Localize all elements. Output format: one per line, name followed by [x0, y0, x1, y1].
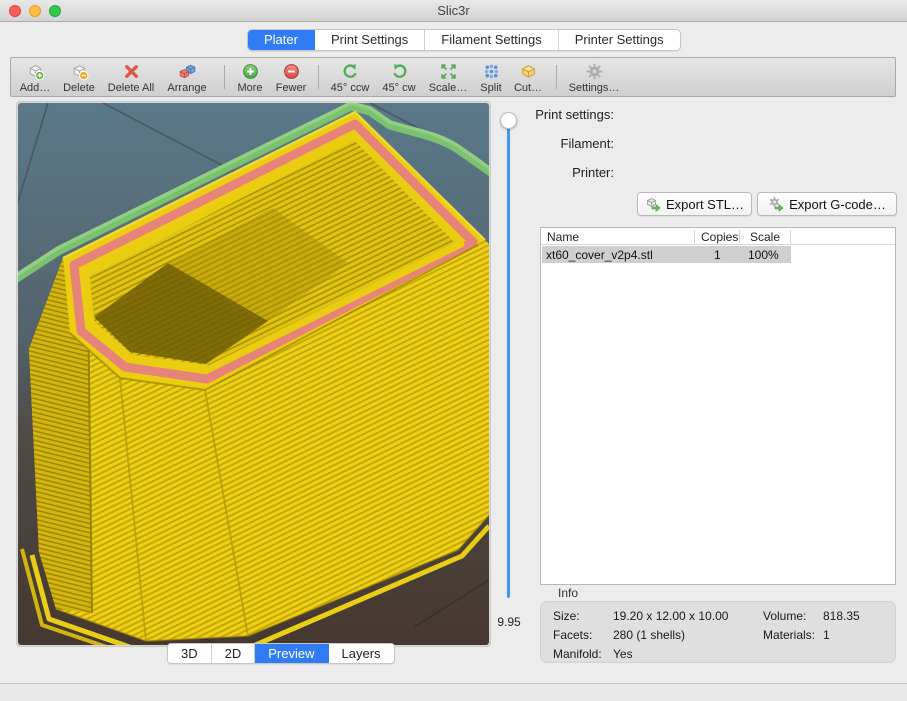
view-tab-3d[interactable]: 3D [168, 644, 212, 663]
export-stl-label: Export STL… [666, 197, 744, 212]
print-settings-row: Print settings: 03 line 25% [540, 103, 896, 125]
delete-object-icon [70, 61, 89, 81]
delete-all-icon [122, 61, 141, 81]
layer-slider-knob[interactable] [500, 112, 517, 129]
facets-value: 280 (1 shells) [613, 628, 685, 642]
scale-icon [439, 61, 458, 81]
cut-label: Cut… [514, 82, 542, 94]
settings-button[interactable]: Settings… [559, 61, 629, 94]
delete-all-label: Delete All [108, 82, 154, 94]
fewer-icon [282, 61, 301, 81]
column-header-copies[interactable]: Copies [701, 230, 738, 244]
materials-value: 1 [823, 628, 830, 642]
column-header-scale[interactable]: Scale [750, 230, 780, 244]
fewer-label: Fewer [276, 82, 307, 94]
volume-label: Volume: [763, 609, 806, 623]
export-stl-icon [645, 196, 661, 212]
column-separator[interactable] [694, 230, 695, 243]
arrange-label: Arrange [167, 82, 206, 94]
delete-label: Delete [63, 82, 95, 94]
filament-label: Filament: [561, 136, 614, 151]
column-header-name[interactable]: Name [547, 230, 579, 244]
plater-toolbar: Add… Delete Delete All Arrange More [10, 57, 896, 97]
settings-gear-icon [585, 61, 604, 81]
object-list: Name Copies Scale xt60_cover_v2p4.stl 1 … [540, 227, 896, 585]
object-name-cell: xt60_cover_v2p4.stl [546, 248, 653, 262]
size-value: 19.20 x 12.00 x 10.00 [613, 609, 728, 623]
status-bar [0, 683, 907, 701]
export-gcode-button[interactable]: Export G-code… [757, 192, 897, 216]
cut-button[interactable]: Cut… [493, 61, 563, 94]
column-separator[interactable] [790, 230, 791, 243]
title-bar: Slic3r [0, 0, 907, 22]
settings-label: Settings… [569, 82, 620, 94]
object-copies-cell: 1 [714, 248, 721, 262]
manifold-label: Manifold: [553, 647, 602, 661]
export-gcode-label: Export G-code… [789, 197, 886, 212]
rotate-cw-icon [390, 61, 409, 81]
view-tab-preview[interactable]: Preview [255, 644, 328, 663]
info-box: Size: 19.20 x 12.00 x 10.00 Volume: 818.… [540, 601, 896, 663]
object-list-header: Name Copies Scale [541, 228, 895, 245]
arrange-button[interactable]: Arrange [152, 61, 222, 94]
rotate-ccw-icon [341, 61, 360, 81]
object-scale-cell: 100% [748, 248, 779, 262]
arrange-icon [178, 61, 197, 81]
volume-value: 818.35 [823, 609, 860, 623]
print-settings-label: Print settings: [535, 107, 614, 122]
view-tab-bar: 3D 2D Preview Layers [167, 643, 395, 664]
tab-printer-settings[interactable]: Printer Settings [559, 30, 680, 50]
object-row[interactable]: xt60_cover_v2p4.stl 1 100% [542, 246, 791, 263]
view-tab-2d[interactable]: 2D [212, 644, 256, 663]
toolbar-separator [556, 65, 557, 89]
manifold-value: Yes [613, 647, 633, 661]
size-label: Size: [553, 609, 580, 623]
add-object-icon [26, 61, 45, 81]
main-tab-bar: Plater Print Settings Filament Settings … [247, 29, 681, 51]
window-title: Slic3r [0, 3, 907, 18]
printer-label: Printer: [572, 165, 614, 180]
cut-icon [519, 61, 538, 81]
layer-slider-track[interactable] [507, 120, 510, 598]
tab-filament-settings[interactable]: Filament Settings [425, 30, 558, 50]
export-gcode-icon [768, 196, 784, 212]
column-separator[interactable] [739, 230, 740, 243]
filament-row: Filament: ABS Fillamentum [540, 132, 896, 154]
printer-row: Printer: Rebell II 0.5 [540, 161, 896, 183]
view-tab-layers[interactable]: Layers [329, 644, 394, 663]
preview-canvas[interactable] [18, 103, 489, 645]
facets-label: Facets: [553, 628, 592, 642]
tab-plater[interactable]: Plater [248, 30, 315, 50]
rotate-cw-label: 45° cw [382, 82, 415, 94]
materials-label: Materials: [763, 628, 815, 642]
layer-slider[interactable] [500, 110, 518, 610]
tab-print-settings[interactable]: Print Settings [315, 30, 425, 50]
layer-slider-value: 9.95 [488, 615, 530, 629]
info-section-title: Info [558, 586, 578, 600]
app-window: Slic3r Plater Print Settings Filament Se… [0, 0, 907, 701]
export-stl-button[interactable]: Export STL… [637, 192, 752, 216]
